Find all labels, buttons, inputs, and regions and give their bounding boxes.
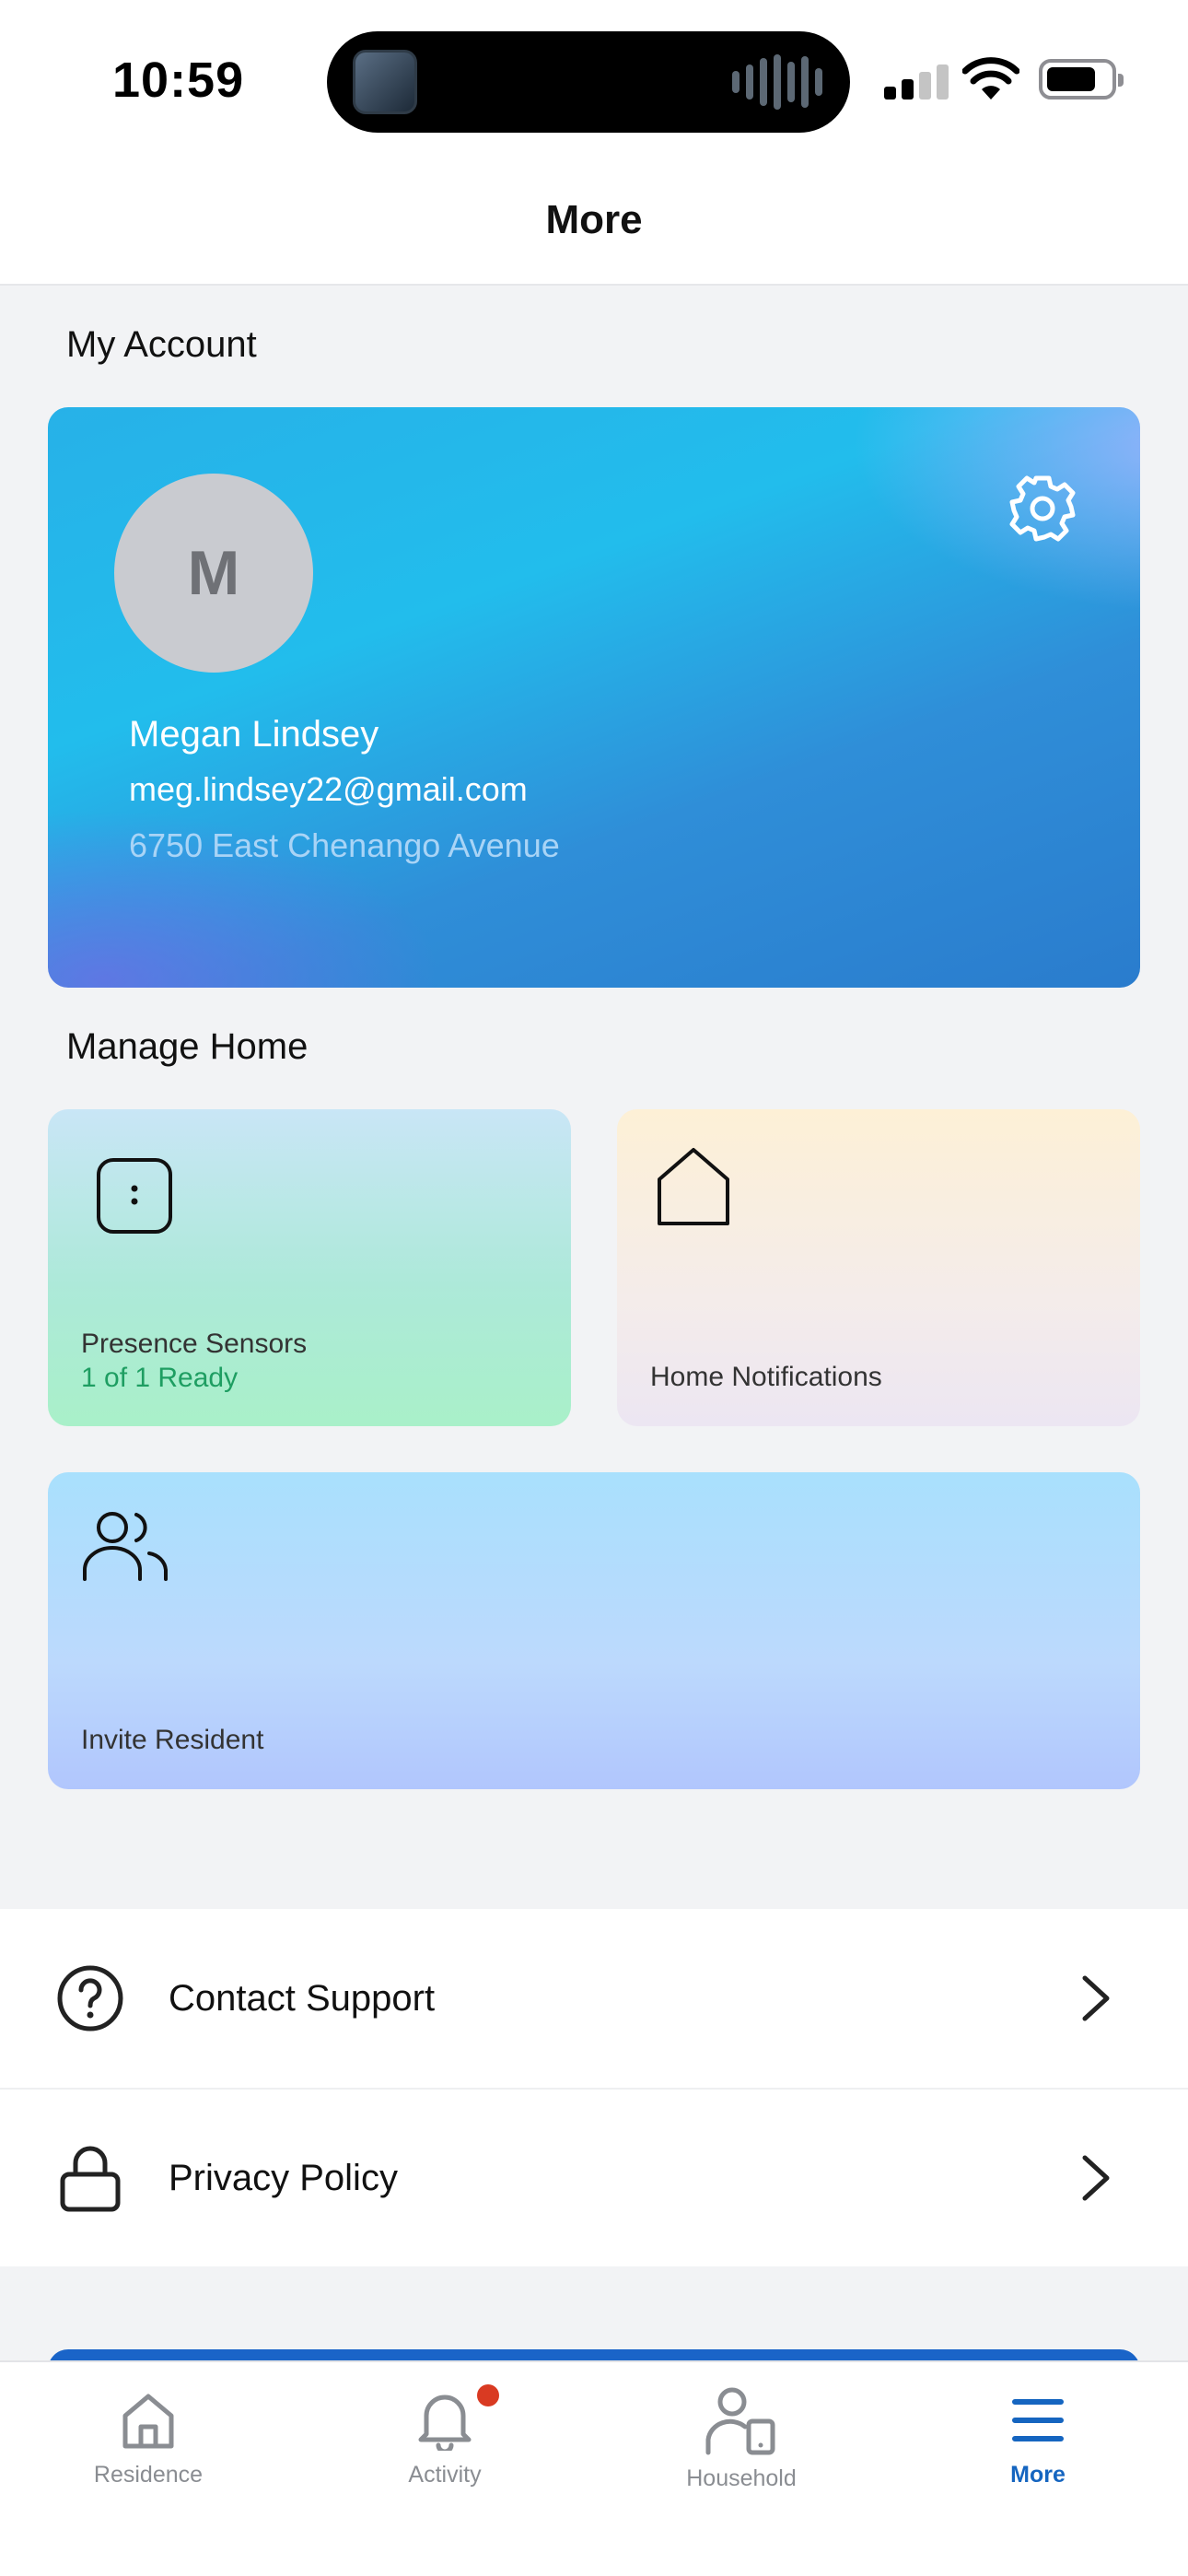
page-header: More	[0, 157, 1188, 286]
menu-icon	[1012, 2399, 1064, 2441]
tab-bar: Residence Activity Household More	[0, 2360, 1188, 2576]
status-time: 10:59	[112, 53, 245, 108]
presence-sensors-status: 1 of 1 Ready	[81, 1363, 239, 1393]
now-playing-artwork	[353, 50, 417, 114]
contact-support-row[interactable]: Contact Support	[0, 1909, 1188, 2088]
invite-resident-tile[interactable]: Invite Resident	[48, 1472, 1140, 1789]
question-circle-icon	[57, 1965, 123, 2032]
privacy-policy-row[interactable]: Privacy Policy	[0, 2088, 1188, 2266]
users-icon	[83, 1512, 168, 1581]
status-bar: 10:59	[0, 0, 1188, 157]
page-title: More	[545, 197, 643, 242]
house-icon	[658, 1148, 729, 1225]
battery-icon	[1039, 59, 1124, 100]
home-notifications-label: Home Notifications	[650, 1362, 882, 1392]
my-account-heading: My Account	[66, 324, 257, 365]
privacy-policy-label: Privacy Policy	[169, 2157, 398, 2198]
home-icon	[122, 2394, 174, 2449]
account-email: meg.lindsey22@gmail.com	[129, 770, 528, 808]
person-device-icon	[705, 2387, 775, 2455]
presence-sensor-icon	[97, 1158, 172, 1234]
home-notifications-tile[interactable]: Home Notifications	[617, 1109, 1140, 1426]
tab-household-label: Household	[686, 2465, 797, 2491]
contact-support-label: Contact Support	[169, 1977, 436, 2019]
audio-waveform-icon	[732, 54, 822, 110]
presence-sensors-label: Presence Sensors	[81, 1329, 308, 1359]
tab-residence-label: Residence	[93, 2462, 204, 2488]
account-card[interactable]: M Megan Lindsey meg.lindsey22@gmail.com …	[48, 407, 1140, 988]
account-address: 6750 East Chenango Avenue	[129, 826, 560, 864]
more-menu-list: Contact Support Privacy Policy	[0, 1909, 1188, 2266]
tab-more-label: More	[1010, 2462, 1066, 2488]
activity-notification-badge	[477, 2384, 499, 2406]
chevron-right-icon	[1082, 2155, 1110, 2201]
invite-resident-label: Invite Resident	[81, 1725, 264, 1755]
dynamic-island[interactable]	[327, 31, 850, 133]
manage-home-heading: Manage Home	[66, 1026, 309, 1067]
avatar: M	[114, 474, 313, 673]
tab-activity[interactable]: Activity	[297, 2362, 593, 2500]
tab-activity-label: Activity	[408, 2462, 482, 2488]
wifi-icon	[962, 57, 1019, 100]
cellular-signal-icon	[884, 63, 949, 100]
tab-household[interactable]: Household	[593, 2362, 890, 2500]
gear-icon[interactable]	[1006, 472, 1079, 545]
lock-icon	[60, 2146, 121, 2212]
presence-sensors-tile[interactable]: Presence Sensors 1 of 1 Ready	[48, 1109, 571, 1426]
chevron-right-icon	[1082, 1975, 1110, 2021]
bell-icon	[418, 2395, 472, 2451]
tab-more[interactable]: More	[890, 2362, 1186, 2500]
tab-residence[interactable]: Residence	[0, 2362, 297, 2500]
account-name: Megan Lindsey	[129, 714, 379, 755]
